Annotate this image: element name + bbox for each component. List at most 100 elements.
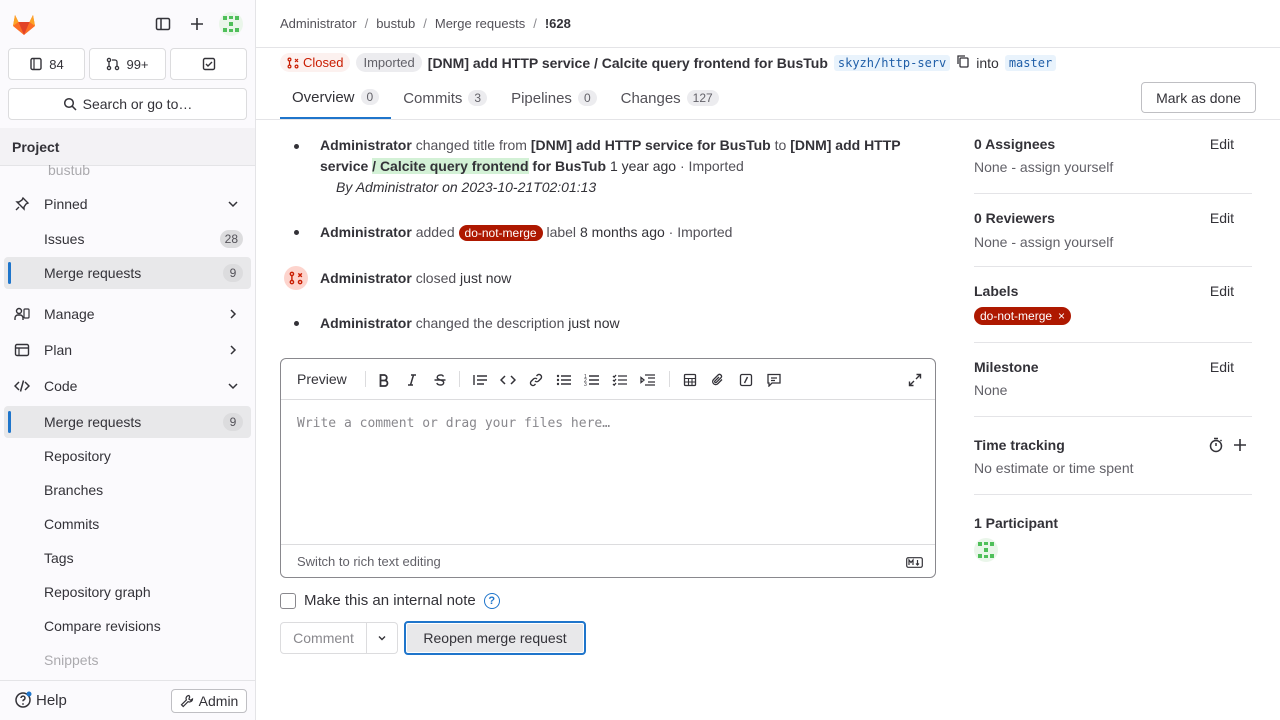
tab-label: Pipelines (511, 89, 572, 107)
sidebar-item-label: Code (44, 378, 78, 394)
editor-footer: Switch to rich text editing (281, 544, 935, 577)
create-new-icon[interactable] (185, 12, 209, 36)
question-icon[interactable]: ? (483, 592, 500, 609)
task-list-icon[interactable] (611, 371, 629, 389)
todos-button[interactable] (170, 48, 247, 80)
label-badge[interactable]: do-not-merge × (974, 307, 1072, 325)
sidebar-item-project[interactable]: bustub (4, 160, 251, 180)
participant-avatar[interactable] (974, 538, 998, 562)
editor-toolbar: Preview 123 (281, 359, 935, 400)
assign-yourself-link[interactable]: None - assign yourself (974, 159, 1113, 175)
tab-overview[interactable]: Overview 0 (280, 77, 392, 119)
status-badge: Closed (280, 53, 351, 72)
breadcrumb-item[interactable]: Merge requests (435, 16, 525, 31)
italic-icon[interactable] (403, 371, 421, 389)
bulleted-list-icon[interactable] (555, 371, 573, 389)
maximize-icon[interactable] (906, 371, 924, 389)
gitlab-logo-icon[interactable] (10, 10, 38, 38)
search-icon (63, 97, 77, 111)
internal-note-checkbox[interactable] (280, 592, 296, 609)
sidebar-item-plan[interactable]: Plan (4, 334, 251, 366)
sidebar-item-repository-graph[interactable]: Repository graph (4, 576, 251, 608)
note-author[interactable]: Administrator (320, 270, 412, 286)
edit-assignees-button[interactable]: Edit (1210, 136, 1234, 152)
note-time[interactable]: just now (568, 315, 619, 331)
breadcrumb-current[interactable]: !628 (545, 16, 571, 31)
search-button[interactable]: Search or go to… (8, 88, 247, 120)
note-time[interactable]: 8 months ago (580, 224, 665, 240)
sidebar-item-label: Branches (44, 482, 104, 498)
mark-as-done-button[interactable]: Mark as done (1141, 82, 1256, 113)
participants-title: 1 Participant (974, 515, 1059, 531)
assign-yourself-reviewer-link[interactable]: None - assign yourself (974, 234, 1113, 250)
sidebar-item-tags[interactable]: Tags (4, 542, 251, 574)
tab-pipelines[interactable]: Pipelines 0 (499, 77, 609, 119)
numbered-list-icon[interactable]: 123 (583, 371, 601, 389)
imported-by-line: By Administrator on 2023-10-21T02:01:13 (336, 179, 597, 195)
sidebar-item-repository[interactable]: Repository (4, 440, 251, 472)
note-author[interactable]: Administrator (320, 224, 412, 240)
close-icon[interactable]: × (1058, 309, 1065, 323)
stopwatch-icon[interactable] (1208, 437, 1224, 456)
quick-actions-icon[interactable] (737, 371, 755, 389)
comment-button[interactable]: Comment (280, 622, 367, 654)
label-badge[interactable]: do-not-merge (458, 225, 543, 241)
tab-commits[interactable]: Commits 3 (391, 77, 499, 119)
switch-rich-text-button[interactable]: Switch to rich text editing (297, 554, 441, 569)
comment-dropdown-button[interactable] (367, 622, 398, 654)
note-time[interactable]: just now (460, 270, 511, 286)
merge-requests-button[interactable]: 99+ (89, 48, 166, 80)
strikethrough-icon[interactable] (431, 371, 449, 389)
paperclip-icon[interactable] (709, 371, 727, 389)
chevron-right-icon (230, 309, 237, 319)
internal-note-label[interactable]: Make this an internal note (304, 592, 476, 609)
tab-changes[interactable]: Changes 127 (609, 77, 731, 119)
sidebar-item-code[interactable]: Code (4, 370, 251, 402)
preview-tab[interactable]: Preview (297, 371, 347, 387)
sidebar-item-branches[interactable]: Branches (4, 474, 251, 506)
note-author[interactable]: Administrator (320, 137, 412, 153)
target-branch[interactable]: master (1004, 54, 1057, 71)
source-branch[interactable]: skyzh/http-serv (833, 54, 951, 71)
sidebar-item-issues[interactable]: Issues 28 (4, 223, 251, 255)
edit-milestone-button[interactable]: Edit (1210, 359, 1234, 375)
timeline-dot (294, 144, 299, 149)
link-icon[interactable] (527, 371, 545, 389)
comment-lines-icon[interactable] (765, 371, 783, 389)
sidebar-item-label: Merge requests (44, 265, 142, 281)
edit-labels-button[interactable]: Edit (1210, 283, 1234, 299)
collapsible-section-icon[interactable] (639, 371, 657, 389)
plus-icon[interactable] (1232, 437, 1248, 456)
note-author[interactable]: Administrator (320, 315, 412, 331)
timeline-dot (294, 321, 299, 326)
sidebar-item-manage[interactable]: Manage (4, 298, 251, 330)
help-button[interactable]: Help (14, 691, 67, 709)
edit-reviewers-button[interactable]: Edit (1210, 210, 1234, 226)
admin-button[interactable]: Admin (171, 689, 247, 713)
sidebar-item-commits[interactable]: Commits (4, 508, 251, 540)
note-time[interactable]: 1 year ago (610, 158, 676, 174)
milestone-value: None (974, 382, 1008, 398)
sidebar-item-compare-revisions[interactable]: Compare revisions (4, 610, 251, 642)
table-icon[interactable] (681, 371, 699, 389)
user-avatar[interactable] (219, 12, 243, 36)
into-text: into (976, 54, 999, 71)
sidebar-toggle-icon[interactable] (151, 12, 175, 36)
sidebar-item-merge-requests[interactable]: Merge requests 9 (4, 406, 251, 438)
breadcrumb-item[interactable]: Administrator (280, 16, 357, 31)
milestone-title: Milestone (974, 359, 1039, 375)
activity-note-label: Administrator added do-not-merge label 8… (320, 224, 733, 241)
bold-icon[interactable] (375, 371, 393, 389)
sidebar-item-label: Issues (44, 231, 85, 247)
code-icon[interactable] (499, 371, 517, 389)
comment-textarea[interactable]: Write a comment or drag your files here… (297, 416, 610, 431)
copy-icon[interactable] (956, 54, 970, 71)
reopen-merge-request-button[interactable]: Reopen merge request (404, 621, 586, 655)
quote-icon[interactable] (471, 371, 489, 389)
assigned-issues-button[interactable]: 84 (8, 48, 85, 80)
breadcrumb-item[interactable]: bustub (376, 16, 415, 31)
sidebar-item-pinned[interactable]: Pinned (4, 188, 251, 220)
sidebar-item-merge-requests-pinned[interactable]: Merge requests 9 (4, 257, 251, 289)
status-label: Closed (303, 55, 344, 70)
sidebar-item-snippets[interactable]: Snippets (4, 644, 251, 676)
